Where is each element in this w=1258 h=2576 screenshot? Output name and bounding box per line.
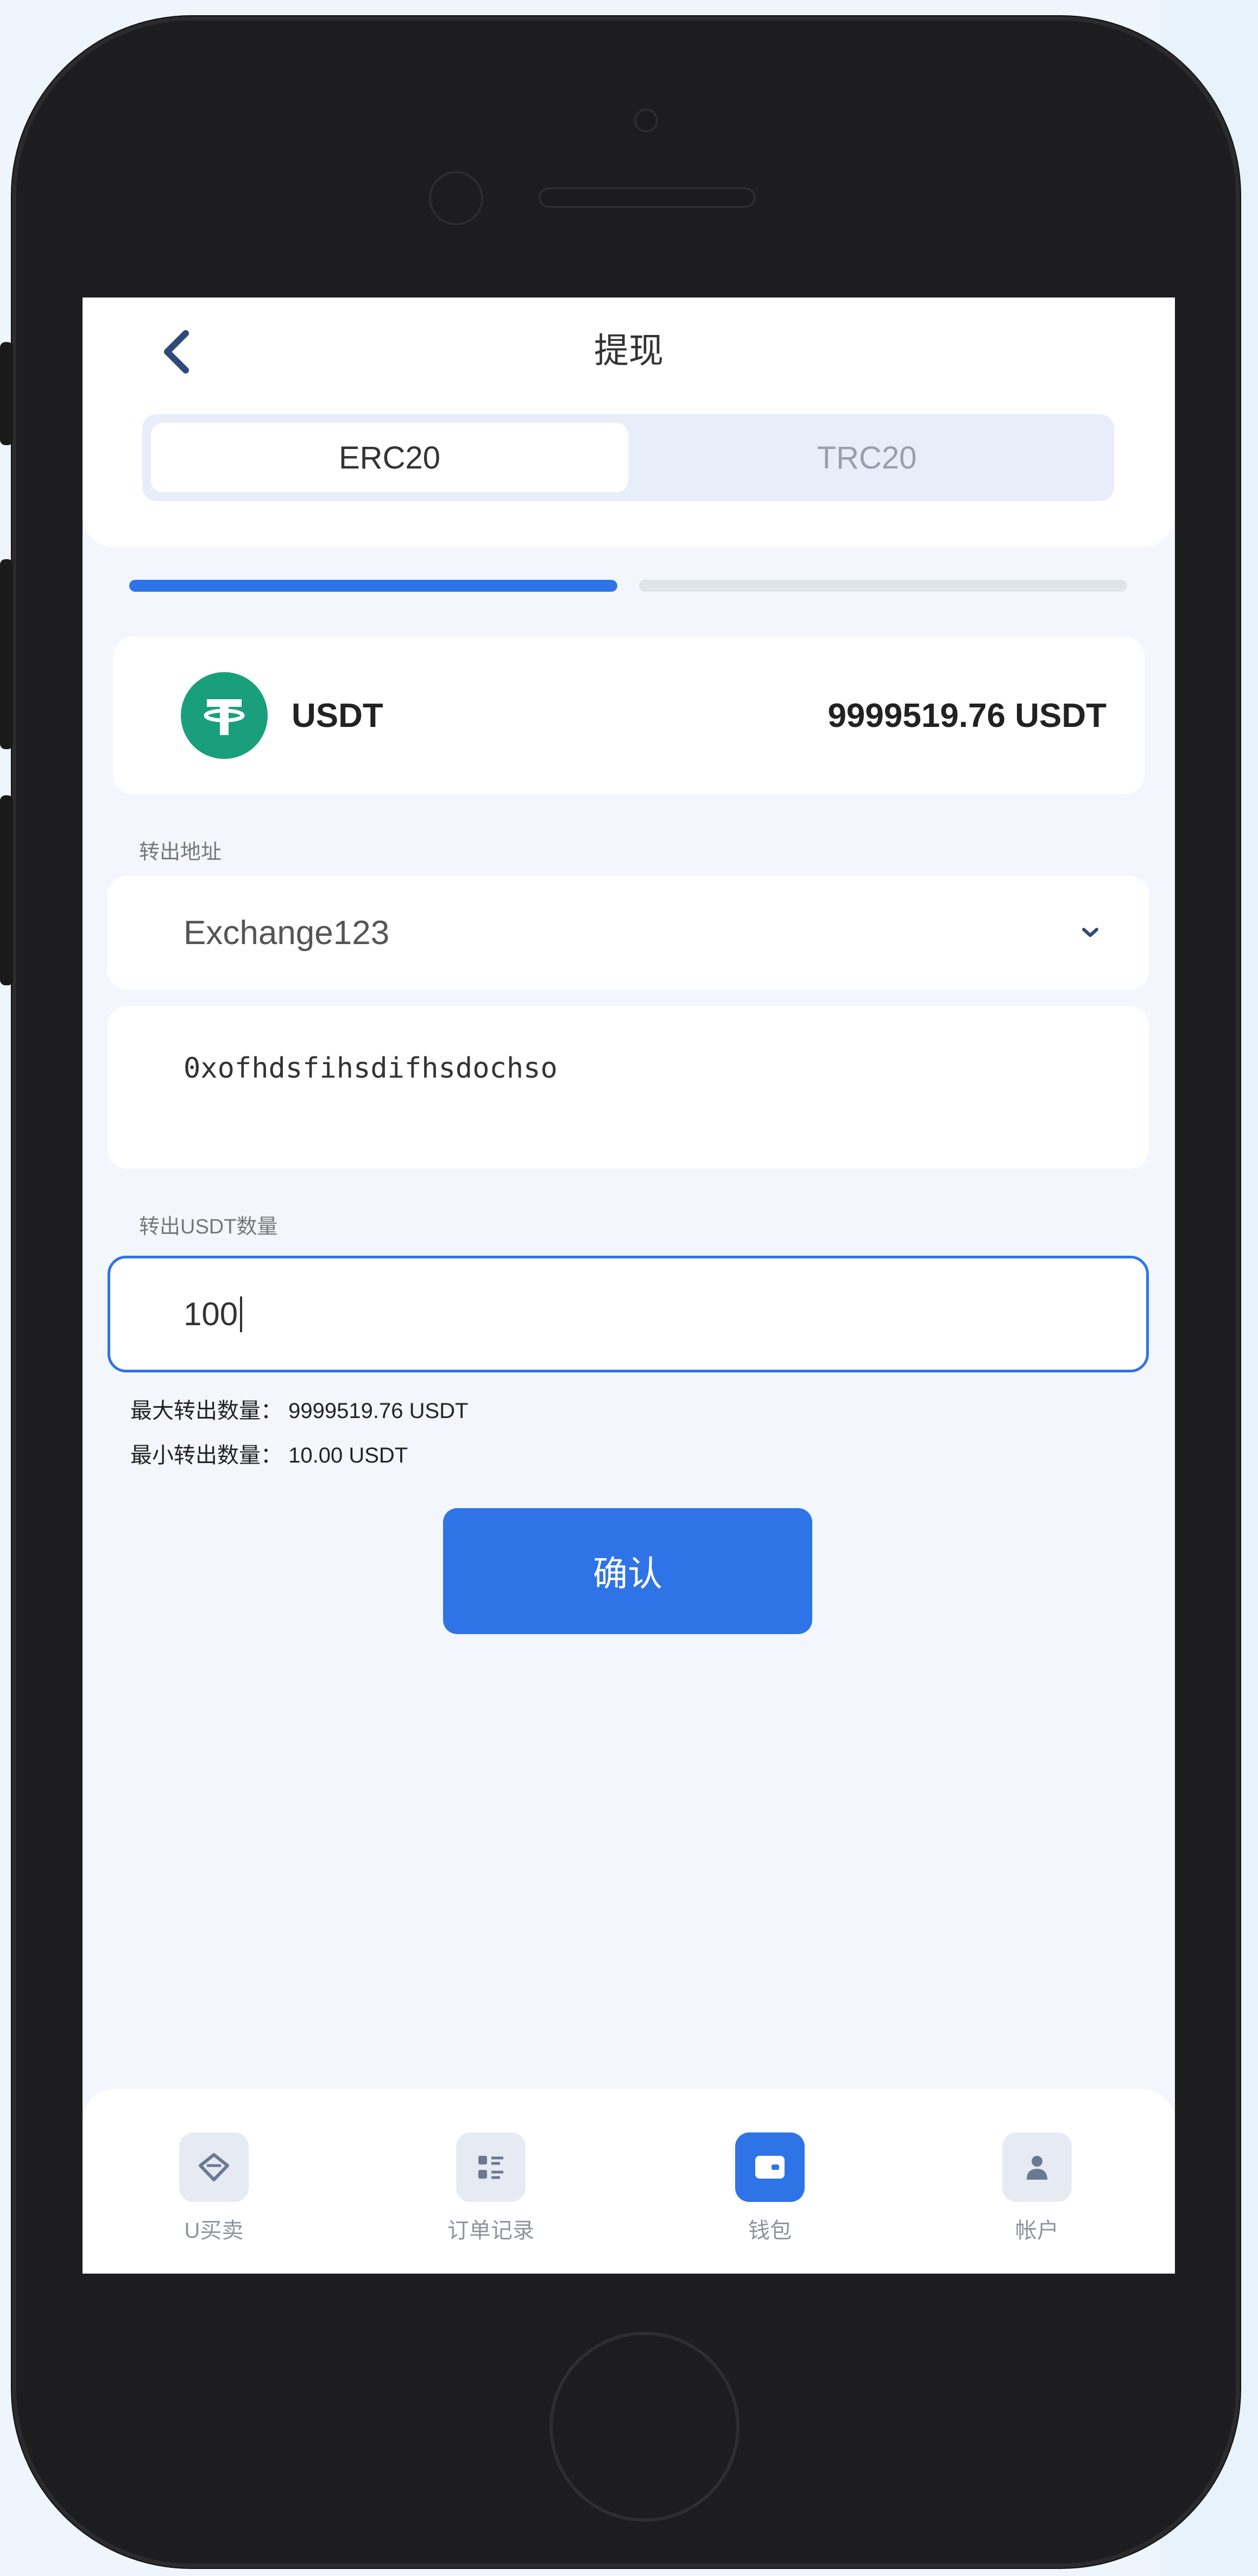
address-select[interactable]: Exchange123 xyxy=(108,876,1149,990)
nav-label-account: 帐户 xyxy=(1015,2219,1059,2243)
chevron-down-icon xyxy=(1082,928,1098,937)
nav-item-wallet[interactable]: 钱包 xyxy=(699,2132,840,2244)
wallet-icon xyxy=(735,2132,805,2202)
page-title: 提现 xyxy=(594,331,663,370)
nav-item-trade[interactable]: U买卖 xyxy=(143,2132,285,2244)
volume-up-button xyxy=(0,559,13,749)
min-amount-label: 最小转出数量： xyxy=(130,1444,282,1467)
volume-down-button xyxy=(0,795,13,985)
tab-erc20[interactable]: ERC20 xyxy=(151,423,628,492)
amount-value: 100 xyxy=(184,1296,238,1332)
max-amount-value: 9999519.76 USDT xyxy=(288,1399,469,1423)
proximity-sensor xyxy=(429,171,483,225)
min-amount-row: 最小转出数量： 10.00 USDT xyxy=(130,1438,408,1469)
max-amount-row: 最大转出数量： 9999519.76 USDT xyxy=(130,1393,468,1425)
user-icon xyxy=(1002,2132,1072,2202)
earpiece-speaker xyxy=(539,187,756,208)
address-select-value: Exchange123 xyxy=(184,914,390,952)
nav-item-orders[interactable]: 订单记录 xyxy=(420,2132,561,2244)
progress-step-2 xyxy=(639,580,1127,592)
amount-label: 转出USDT数量 xyxy=(139,1216,278,1238)
tether-icon xyxy=(181,672,268,759)
nav-item-account[interactable]: 帐户 xyxy=(966,2132,1108,2244)
header-card: 提现 ERC20 TRC20 xyxy=(83,298,1175,547)
max-amount-label: 最大转出数量： xyxy=(130,1399,282,1423)
bottom-nav: U买卖 订单记录 钱包 帐户 xyxy=(83,2089,1175,2274)
tab-trc20[interactable]: TRC20 xyxy=(628,423,1105,492)
app-screen: 提现 ERC20 TRC20 USDT 9999519.76 USDT 转出地址… xyxy=(83,298,1175,2274)
address-label: 转出地址 xyxy=(139,841,222,864)
address-value: 0xofhdsfihsdifhsdochso xyxy=(184,1052,558,1085)
nav-label-wallet: 钱包 xyxy=(748,2219,792,2243)
diamond-icon xyxy=(179,2132,249,2202)
progress-step-1 xyxy=(129,580,617,592)
coin-name: USDT xyxy=(292,697,383,735)
min-amount-value: 10.00 USDT xyxy=(288,1444,408,1467)
mute-switch xyxy=(0,342,13,445)
nav-label-trade: U买卖 xyxy=(184,2219,244,2243)
network-tabs: ERC20 TRC20 xyxy=(142,414,1114,501)
list-icon xyxy=(456,2132,526,2202)
text-caret xyxy=(240,1296,243,1332)
coin-card: USDT 9999519.76 USDT xyxy=(113,637,1145,794)
front-camera xyxy=(634,109,658,132)
home-button[interactable] xyxy=(549,2332,739,2522)
coin-balance: 9999519.76 USDT xyxy=(827,697,1107,735)
nav-label-orders: 订单记录 xyxy=(447,2219,534,2243)
amount-input[interactable]: 100 xyxy=(108,1256,1149,1372)
step-progress xyxy=(129,580,1127,592)
address-field[interactable]: 0xofhdsfihsdifhsdochso xyxy=(108,1006,1149,1169)
confirm-button[interactable]: 确认 xyxy=(443,1508,812,1634)
